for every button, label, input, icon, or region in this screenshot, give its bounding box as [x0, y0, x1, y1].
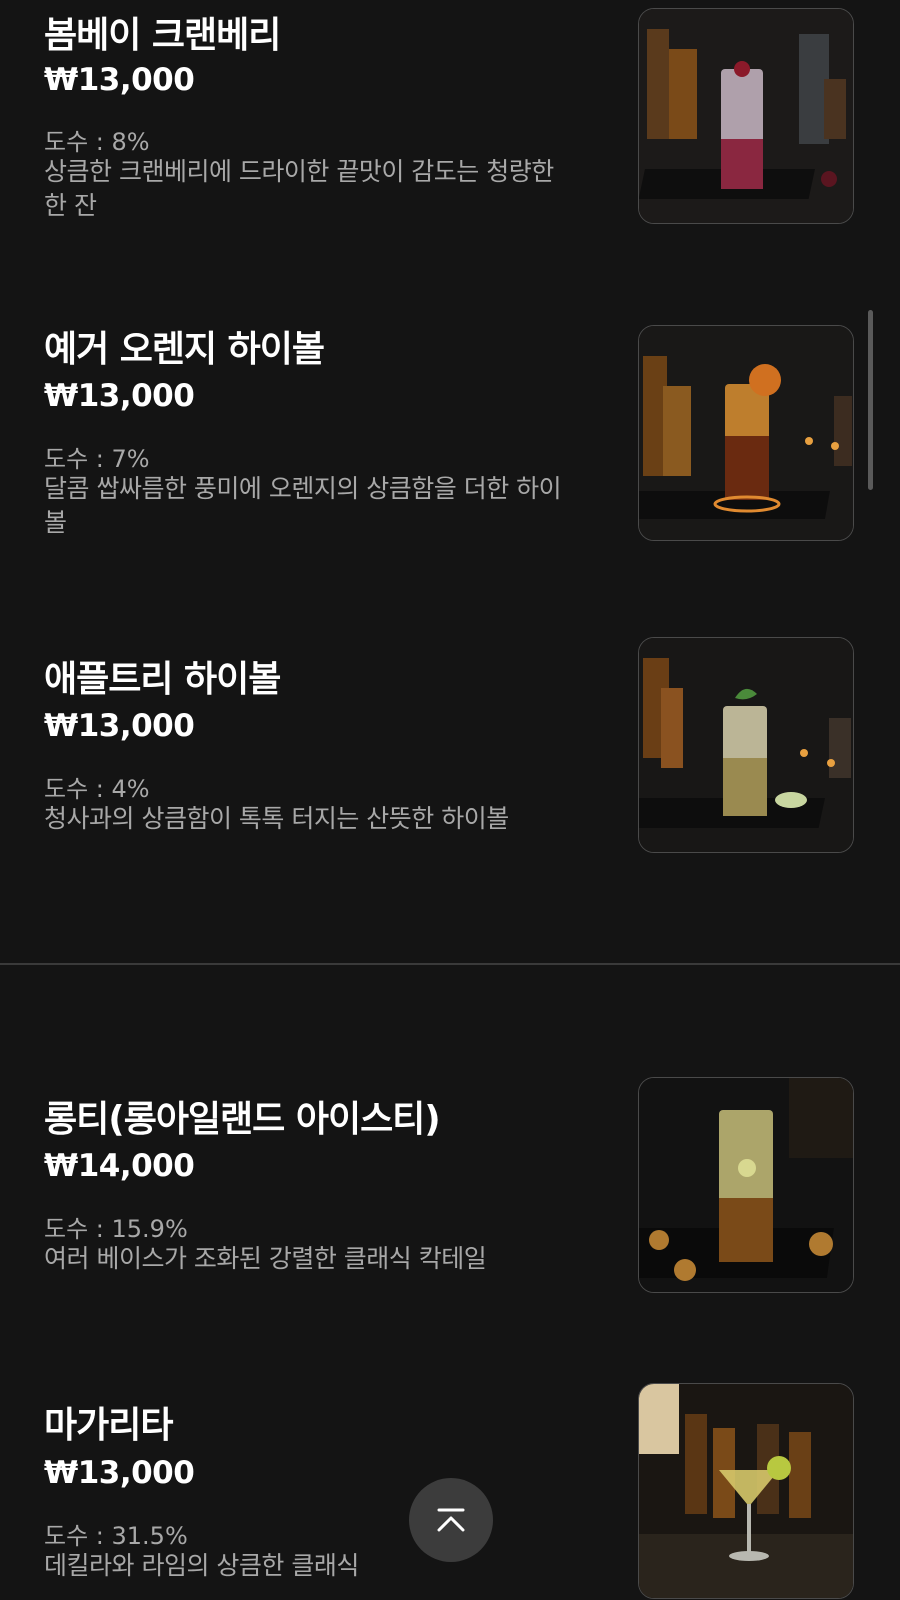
menu-item-abv: 도수 : 15.9%: [44, 1215, 188, 1243]
menu-item-name: 롱티(롱아일랜드 아이스티): [44, 1099, 441, 1140]
menu-item-name: 예거 오렌지 하이볼: [44, 329, 325, 370]
menu-item-description: 여러 베이스가 조화된 강렬한 클래식 칵테일: [44, 1244, 487, 1273]
menu-item-name: 애플트리 하이볼: [44, 659, 281, 700]
menu-item-abv: 도수 : 31.5%: [44, 1522, 188, 1550]
menu-item-name: 봄베이 크랜베리: [44, 15, 281, 56]
section-divider: [0, 963, 900, 965]
menu-item-photo[interactable]: [638, 1077, 854, 1293]
menu-item-description: 청사과의 상큼함이 톡톡 터지는 산뜻한 하이볼: [44, 804, 509, 833]
menu-item-photo[interactable]: [638, 1383, 854, 1599]
menu-item-abv: 도수 : 8%: [44, 128, 150, 156]
menu-item-description: 달콤 쌉싸름한 풍미에 오렌지의 상큼함을 더한 하이볼: [44, 474, 562, 537]
menu-item-photo[interactable]: [638, 325, 854, 541]
scroll-to-top-button[interactable]: [409, 1478, 493, 1562]
menu-item-photo[interactable]: [638, 637, 854, 853]
menu-item-price: ₩13,000: [44, 708, 195, 744]
menu-item-price: ₩13,000: [44, 378, 195, 414]
menu-item-price: ₩13,000: [44, 62, 195, 98]
menu-item-abv: 도수 : 7%: [44, 445, 150, 473]
menu-item-name: 마가리타: [44, 1405, 173, 1446]
scrollbar-thumb[interactable]: [868, 310, 873, 490]
menu-item-abv: 도수 : 4%: [44, 775, 150, 803]
chevron-up-icon: [437, 1508, 465, 1532]
menu-item-description: 데킬라와 라임의 상큼한 클래식: [44, 1551, 359, 1580]
menu-item-price: ₩13,000: [44, 1455, 195, 1491]
menu-item-price: ₩14,000: [44, 1148, 195, 1184]
menu-item-description: 상큼한 크랜베리에 드라이한 끝맛이 감도는 청량한 한 잔: [44, 157, 554, 220]
menu-item-photo[interactable]: [638, 8, 854, 224]
